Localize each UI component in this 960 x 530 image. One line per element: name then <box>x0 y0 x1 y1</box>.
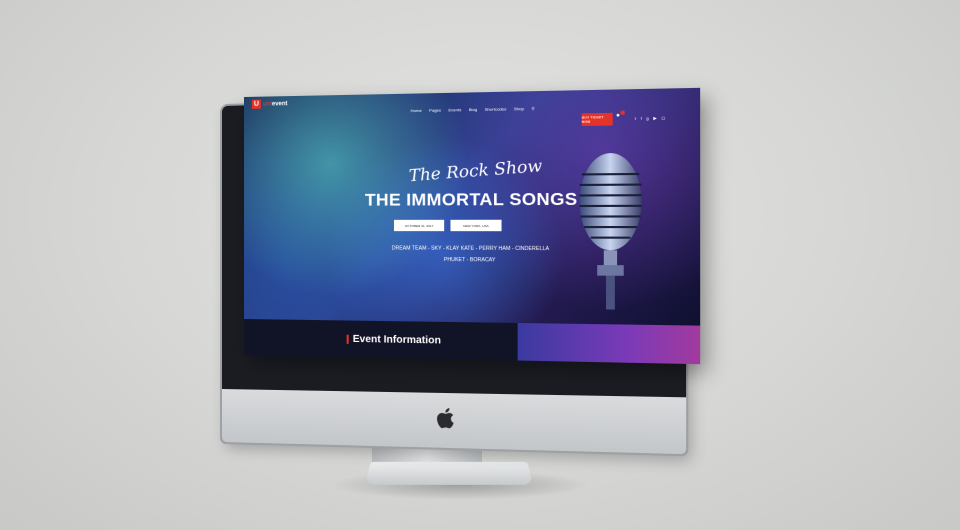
buy-ticket-button[interactable]: BUY TICKET NOW <box>581 112 613 126</box>
logo-mark: U <box>251 99 261 109</box>
search-icon[interactable]: ⚲ <box>531 106 534 111</box>
site-logo[interactable]: U unievent <box>251 99 288 109</box>
event-place-tag: NEW YORK, USA <box>450 219 502 232</box>
logo-prefix: uni <box>262 100 272 108</box>
menu-item-shop[interactable]: Shop <box>514 106 524 111</box>
logo-text: unievent <box>263 101 288 107</box>
info-panel-gradient <box>517 322 701 365</box>
menu-item-home[interactable]: Home <box>411 108 422 113</box>
logo-suffix: event <box>271 100 288 107</box>
section-title: Event Information <box>346 333 442 347</box>
hero-title: THE IMMORTAL SONGS <box>364 189 578 210</box>
monitor-chin <box>222 389 687 455</box>
title-accent-bar <box>346 334 349 344</box>
website-screen: U unievent Home Pages Events Blog Shortc… <box>244 87 701 365</box>
microphone-illustration <box>571 152 651 310</box>
apple-logo-icon <box>436 407 454 429</box>
social-links: t f g ▶ ◻ <box>635 115 665 121</box>
main-menu: Home Pages Events Blog Shortcodes Shop ⚲ <box>411 106 535 113</box>
google-plus-icon[interactable]: g <box>646 115 649 120</box>
hero-lineup: DREAM TEAM - SKY - KLAY KATE - PERRY HAM… <box>381 243 561 267</box>
youtube-icon[interactable]: ▶ <box>653 115 656 120</box>
section-title-text: Event Information <box>352 333 442 347</box>
instagram-icon[interactable]: ◻ <box>661 115 665 120</box>
hero-script-title: The Rock Show <box>408 155 543 186</box>
facebook-icon[interactable]: f <box>641 116 642 121</box>
twitter-icon[interactable]: t <box>635 116 636 121</box>
menu-item-events[interactable]: Events <box>448 107 461 112</box>
lineup-line-1: DREAM TEAM - SKY - KLAY KATE - PERRY HAM… <box>391 245 550 253</box>
event-date-tag: OCTOBER 31, 2017 <box>393 219 445 232</box>
hero-banner: U unievent Home Pages Events Blog Shortc… <box>244 87 701 326</box>
lineup-line-2: PHUKET - BORACAY <box>443 256 496 264</box>
cart-icon[interactable]: ● <box>616 113 620 119</box>
menu-item-pages[interactable]: Pages <box>429 107 441 112</box>
top-navigation: U unievent Home Pages Events Blog Shortc… <box>244 88 700 127</box>
cart-badge <box>620 110 625 115</box>
menu-item-shortcodes[interactable]: Shortcodes <box>485 106 507 112</box>
menu-item-blog[interactable]: Blog <box>469 107 478 112</box>
monitor-stand-base <box>365 461 533 485</box>
